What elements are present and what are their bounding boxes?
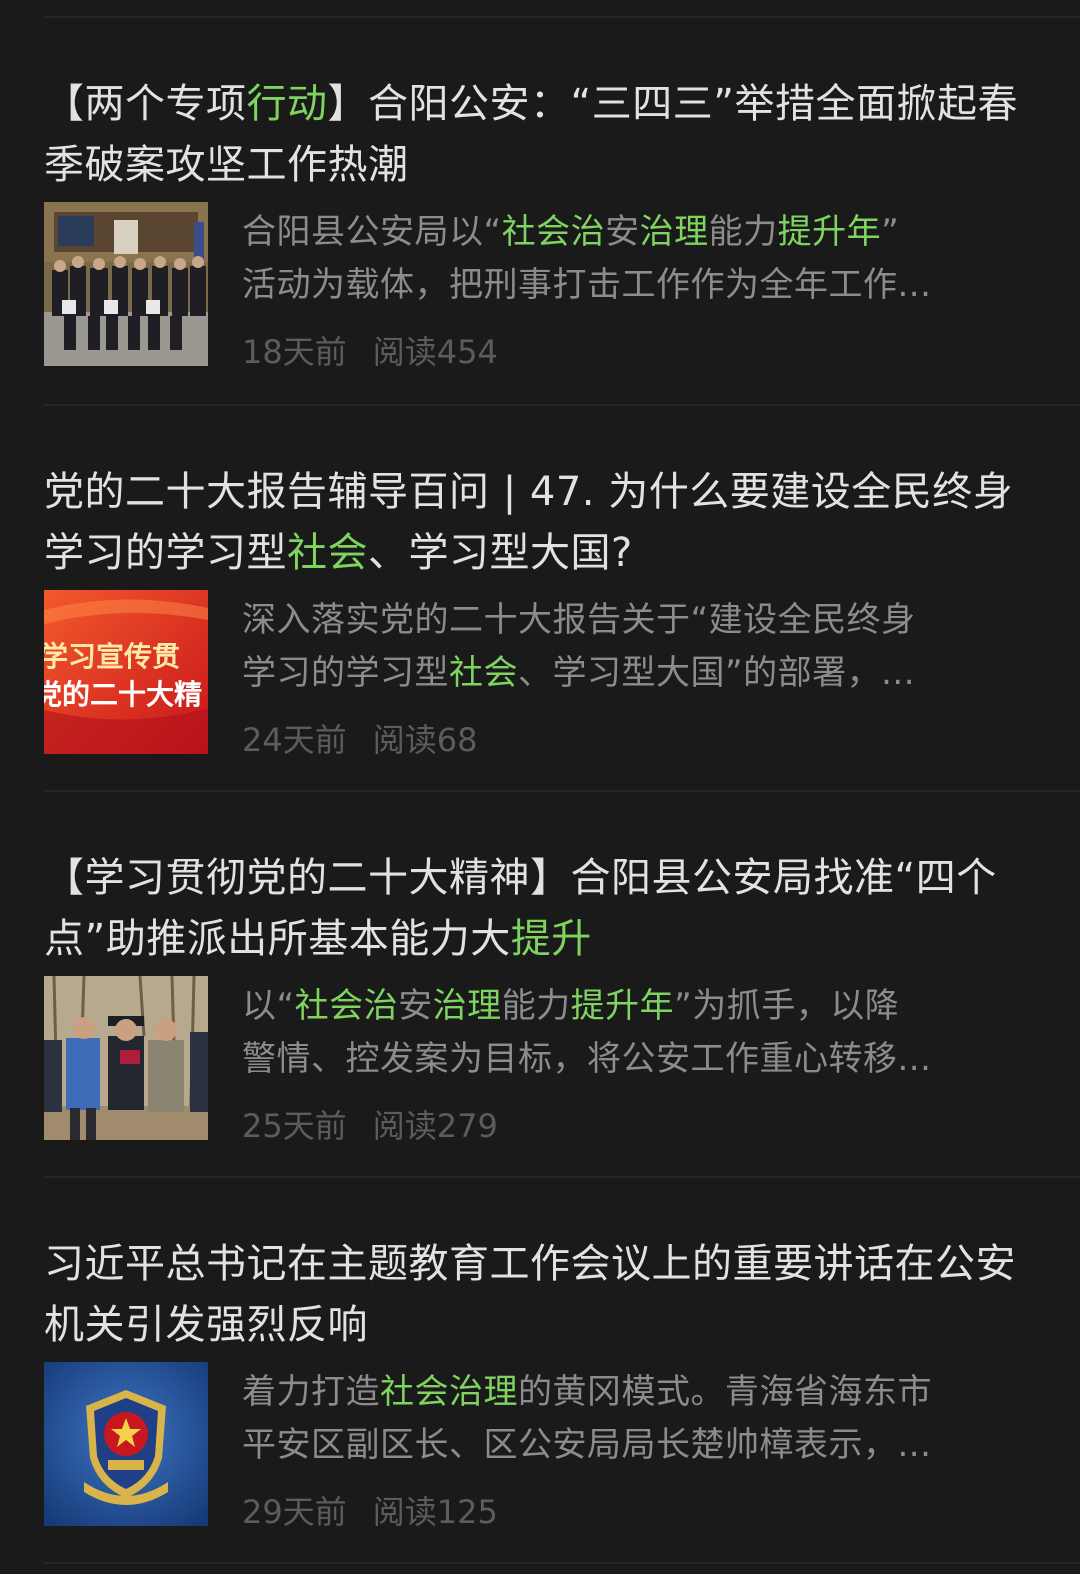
summary-text: 着力打造 bbox=[242, 1372, 380, 1412]
read-count: 阅读454 bbox=[372, 333, 498, 371]
summary-text: 平安区副区长、区公安局局长楚帅樟表示，... bbox=[242, 1425, 932, 1465]
article-meta: 24天前 阅读68 bbox=[242, 718, 477, 762]
article-thumbnail[interactable] bbox=[44, 202, 208, 366]
article-meta: 29天前 阅读125 bbox=[242, 1490, 498, 1534]
summary-text: 的黄冈模式。青海省海东市 bbox=[518, 1372, 932, 1412]
article-item[interactable]: 【两个专项行动】合阳公安：“三四三”举措全面掀起春季破案攻坚工作热潮 合阳县公安… bbox=[0, 18, 1080, 406]
article-item[interactable]: 【学习贯彻党的二十大精神】合阳县公安局找准“四个点”助推派出所基本能力大提升 以… bbox=[0, 792, 1080, 1180]
article-thumbnail[interactable] bbox=[44, 976, 208, 1140]
summary-line: 警情、控发案为目标，将公安工作重心转移... bbox=[242, 1033, 1032, 1086]
field-officers-photo-image bbox=[44, 976, 208, 1140]
summary-text: 警情、控发案为目标，将公安工作重心转移... bbox=[242, 1039, 932, 1079]
summary-keyword: 社会治 bbox=[294, 986, 399, 1026]
thumb-caption: 党的二十大精 bbox=[44, 678, 202, 711]
summary-text: ” bbox=[881, 212, 900, 252]
publish-time: 29天前 bbox=[242, 1493, 347, 1531]
title-text: 【两个专项 bbox=[44, 81, 247, 127]
summary-keyword: 提升年 bbox=[777, 212, 882, 252]
title-text: 、学习型大国? bbox=[368, 530, 633, 576]
summary-keyword: 社会 bbox=[449, 653, 518, 693]
summary-text: 能力 bbox=[708, 212, 778, 252]
article-title[interactable]: 习近平总书记在主题教育工作会议上的重要讲话在公安机关引发强烈反响 bbox=[44, 1234, 1044, 1356]
article-summary: 深入落实党的二十大报告关于“建设全民终身 学习的学习型社会、学习型大国”的部署，… bbox=[242, 594, 1032, 700]
article-meta: 18天前 阅读454 bbox=[242, 330, 498, 374]
summary-text: 合阳县公安局以“ bbox=[242, 212, 502, 252]
article-title[interactable]: 【两个专项行动】合阳公安：“三四三”举措全面掀起春季破案攻坚工作热潮 bbox=[44, 74, 1044, 196]
summary-line: 以“社会治安治理能力提升年”为抓手，以降 bbox=[242, 980, 1032, 1033]
summary-text: 能力 bbox=[501, 986, 571, 1026]
police-emblem-image bbox=[44, 1362, 208, 1526]
summary-keyword: 治理 bbox=[432, 986, 502, 1026]
read-count: 阅读279 bbox=[372, 1107, 498, 1145]
article-item[interactable]: 习近平总书记在主题教育工作会议上的重要讲话在公安机关引发强烈反响 着力打造社会治… bbox=[0, 1178, 1080, 1566]
article-title[interactable]: 党的二十大报告辅导百问 | 47. 为什么要建设全民终身学习的学习型社会、学习型… bbox=[44, 462, 1044, 584]
summary-line: 活动为载体，把刑事打击工作作为全年工作... bbox=[242, 259, 1032, 312]
summary-line: 着力打造社会治理的黄冈模式。青海省海东市 bbox=[242, 1366, 1032, 1419]
summary-keyword: 提升年 bbox=[570, 986, 675, 1026]
read-count: 阅读125 bbox=[372, 1493, 498, 1531]
summary-text: 安 bbox=[605, 212, 640, 252]
summary-text: 学习的学习型 bbox=[242, 653, 449, 693]
divider bbox=[44, 1562, 1080, 1564]
title-keyword: 社会 bbox=[287, 530, 368, 576]
article-item[interactable]: 党的二十大报告辅导百问 | 47. 为什么要建设全民终身学习的学习型社会、学习型… bbox=[0, 406, 1080, 794]
summary-line: 学习的学习型社会、学习型大国”的部署，... bbox=[242, 647, 1032, 700]
summary-text: 以“ bbox=[242, 986, 295, 1026]
summary-text: 安 bbox=[398, 986, 433, 1026]
title-keyword: 提升 bbox=[510, 916, 592, 962]
summary-keyword: 社会治 bbox=[501, 212, 606, 252]
article-summary: 以“社会治安治理能力提升年”为抓手，以降 警情、控发案为目标，将公安工作重心转移… bbox=[242, 980, 1032, 1086]
summary-line: 平安区副区长、区公安局局长楚帅樟表示，... bbox=[242, 1419, 1032, 1472]
publish-time: 24天前 bbox=[242, 721, 347, 759]
article-summary: 着力打造社会治理的黄冈模式。青海省海东市 平安区副区长、区公安局局长楚帅樟表示，… bbox=[242, 1366, 1032, 1472]
summary-text: 、学习型大国”的部署，... bbox=[518, 653, 916, 693]
police-group-photo-image bbox=[44, 202, 208, 366]
summary-keyword: 社会治理 bbox=[380, 1372, 518, 1412]
article-thumbnail[interactable]: 学习宣传贯 党的二十大精 bbox=[44, 590, 208, 754]
article-thumbnail[interactable] bbox=[44, 1362, 208, 1526]
publish-time: 18天前 bbox=[242, 333, 347, 371]
summary-keyword: 治理 bbox=[639, 212, 709, 252]
title-keyword: 行动 bbox=[246, 81, 328, 127]
article-summary: 合阳县公安局以“社会治安治理能力提升年” 活动为载体，把刑事打击工作作为全年工作… bbox=[242, 206, 1032, 312]
red-banner-image: 学习宣传贯 党的二十大精 bbox=[44, 590, 208, 754]
title-text: 习近平总书记在主题教育工作会议上的重要讲话在公安机关引发强烈反响 bbox=[44, 1241, 1016, 1348]
article-meta: 25天前 阅读279 bbox=[242, 1104, 498, 1148]
read-count: 阅读68 bbox=[372, 721, 478, 759]
summary-text: 深入落实党的二十大报告关于“建设全民终身 bbox=[242, 600, 916, 640]
summary-line: 深入落实党的二十大报告关于“建设全民终身 bbox=[242, 594, 1032, 647]
summary-text: 活动为载体，把刑事打击工作作为全年工作... bbox=[242, 265, 932, 305]
summary-line: 合阳县公安局以“社会治安治理能力提升年” bbox=[242, 206, 1032, 259]
thumb-caption: 学习宣传贯 bbox=[44, 640, 180, 673]
article-title[interactable]: 【学习贯彻党的二十大精神】合阳县公安局找准“四个点”助推派出所基本能力大提升 bbox=[44, 848, 1044, 970]
publish-time: 25天前 bbox=[242, 1107, 347, 1145]
summary-text: ”为抓手，以降 bbox=[674, 986, 900, 1026]
